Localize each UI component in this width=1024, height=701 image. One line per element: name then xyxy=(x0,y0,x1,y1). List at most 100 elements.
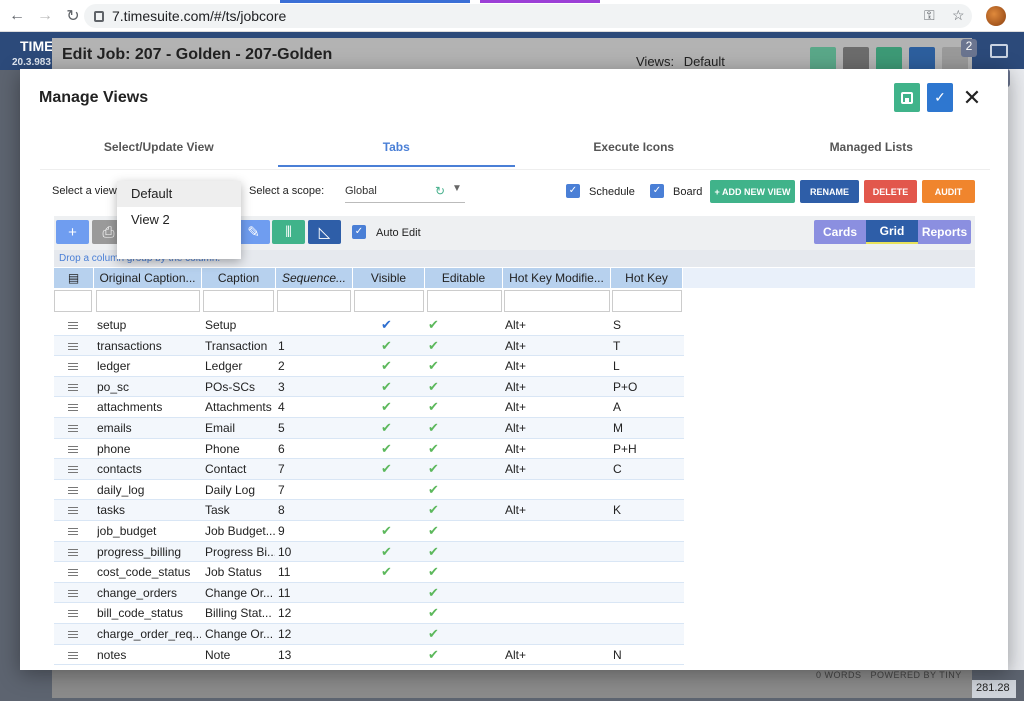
reports-toggle[interactable]: Reports xyxy=(918,220,971,244)
drag-handle-icon[interactable] xyxy=(68,610,78,618)
cell-caption: Job Status xyxy=(205,565,262,580)
filter-visible[interactable] xyxy=(354,290,424,312)
column-editable[interactable]: Editable xyxy=(425,268,503,288)
drag-handle-icon[interactable] xyxy=(68,486,78,494)
table-row[interactable]: setup Setup ✔ ✔ Alt+ S xyxy=(54,315,684,336)
add-new-view-button[interactable]: + ADD NEW VIEW xyxy=(710,180,795,203)
board-checkbox[interactable]: ✓ xyxy=(650,184,664,198)
table-row[interactable]: transactions Transaction 1 ✔ ✔ Alt+ T xyxy=(54,335,684,357)
address-bar[interactable]: 7.timesuite.com/#/ts/jobcore xyxy=(84,4,972,28)
drag-handle-icon[interactable] xyxy=(68,569,78,577)
edit-button[interactable]: ✎ xyxy=(237,220,270,244)
table-row[interactable]: bill_code_status Billing Stat... 12 ✔ xyxy=(54,603,684,624)
table-row[interactable]: phone Phone 6 ✔ ✔ Alt+ P+H xyxy=(54,439,684,460)
drag-handle-icon[interactable] xyxy=(68,322,78,329)
filter-original-caption[interactable] xyxy=(96,290,200,312)
audit-button[interactable]: AUDIT xyxy=(922,180,975,203)
edit-job-views[interactable]: Views: Default xyxy=(636,54,725,69)
drag-handle-icon[interactable] xyxy=(68,424,78,432)
table-row[interactable]: charge_order_req... Change Or... 12 ✔ xyxy=(54,623,684,645)
scope-select[interactable]: Global xyxy=(345,185,465,203)
drag-handle-icon[interactable] xyxy=(68,342,78,350)
column-menu-header[interactable]: ▤ xyxy=(54,268,94,288)
drag-handle-icon[interactable] xyxy=(68,507,78,515)
cell-sequence: 11 xyxy=(278,585,291,600)
rename-button[interactable]: RENAME xyxy=(800,180,859,203)
columns-button[interactable]: ⦀ xyxy=(272,220,305,244)
table-row[interactable]: po_sc POs-SCs 3 ✔ ✔ Alt+ P+O xyxy=(54,376,684,398)
column-caption[interactable]: Caption xyxy=(202,268,276,288)
drag-handle-icon[interactable] xyxy=(68,589,78,597)
tab-managed-lists[interactable]: Managed Lists xyxy=(753,129,991,167)
modal-ok-button[interactable]: ✓ xyxy=(927,83,953,112)
view-option-default[interactable]: Default xyxy=(117,181,241,207)
cards-toggle[interactable]: Cards xyxy=(814,220,866,244)
tab-tabs[interactable]: Tabs xyxy=(277,129,515,167)
drag-handle-icon[interactable] xyxy=(68,404,78,412)
views-value: Default xyxy=(683,54,725,69)
table-row[interactable]: contacts Contact 7 ✔ ✔ Alt+ C xyxy=(54,459,684,480)
key-icon[interactable]: ⚿ xyxy=(924,7,935,24)
profile-avatar[interactable] xyxy=(986,6,1006,26)
filter-sequence[interactable] xyxy=(277,290,351,312)
filter-editable[interactable] xyxy=(427,290,502,312)
drag-handle-icon[interactable] xyxy=(68,445,78,453)
app-logo: TIME xyxy=(20,38,54,54)
column-hot-key[interactable]: Hot Key xyxy=(611,268,683,288)
schedule-checkbox[interactable]: ✓ xyxy=(566,184,580,198)
cast-icon[interactable] xyxy=(990,44,1008,58)
table-row[interactable]: notes Note 13 ✔ Alt+ N xyxy=(54,645,684,666)
grid-toggle[interactable]: Grid xyxy=(866,220,918,244)
table-row[interactable]: progress_billing Progress Bi... 10 ✔ ✔ xyxy=(54,541,684,563)
add-row-button[interactable]: + xyxy=(56,220,89,244)
table-row[interactable]: ledger Ledger 2 ✔ ✔ Alt+ L xyxy=(54,356,684,377)
drag-handle-icon[interactable] xyxy=(68,363,78,371)
drag-handle-icon[interactable] xyxy=(68,527,78,535)
table-row[interactable]: attachments Attachments 4 ✔ ✔ Alt+ A xyxy=(54,397,684,418)
filter-hot-key[interactable] xyxy=(612,290,682,312)
delete-button[interactable]: DELETE xyxy=(864,180,917,203)
cell-original-caption: job_budget xyxy=(97,523,157,538)
filter-menu[interactable] xyxy=(54,290,92,312)
column-visible[interactable]: Visible xyxy=(353,268,425,288)
tab-select-update-view[interactable]: Select/Update View xyxy=(40,129,278,167)
editable-check-icon: ✔ xyxy=(428,337,439,353)
drag-handle-icon[interactable] xyxy=(68,383,78,391)
app-version: 20.3.983 xyxy=(12,57,51,68)
refresh-icon[interactable]: ↻ xyxy=(435,184,445,198)
cell-sequence: 6 xyxy=(278,441,285,456)
tab-execute-icons[interactable]: Execute Icons xyxy=(515,129,753,167)
table-row[interactable]: cost_code_status Job Status 11 ✔ ✔ xyxy=(54,562,684,583)
cell-caption: Daily Log xyxy=(205,482,256,497)
auto-edit-checkbox[interactable]: ✓ xyxy=(352,225,366,239)
drag-handle-icon[interactable] xyxy=(68,630,78,638)
table-row[interactable]: job_budget Job Budget... 9 ✔ ✔ xyxy=(54,521,684,542)
chevron-down-icon[interactable]: ▼ xyxy=(452,183,462,194)
table-row[interactable]: change_orders Change Or... 11 ✔ xyxy=(54,582,684,604)
column-sequence[interactable]: Sequence... xyxy=(276,268,353,288)
drag-handle-icon[interactable] xyxy=(68,466,78,474)
view-option-view-2[interactable]: View 2 xyxy=(117,207,241,233)
filter-hot-key-modifier[interactable] xyxy=(504,290,610,312)
grid-header: ▤ Original Caption... Caption Sequence..… xyxy=(54,268,975,288)
ruler-button[interactable]: ◺ xyxy=(308,220,341,244)
table-row[interactable]: emails Email 5 ✔ ✔ Alt+ M xyxy=(54,417,684,439)
star-icon[interactable]: ☆ xyxy=(952,7,965,24)
drag-handle-icon[interactable] xyxy=(68,651,78,659)
table-row[interactable]: daily_log Daily Log 7 ✔ xyxy=(54,480,684,501)
cell-original-caption: ledger xyxy=(97,359,131,374)
cell-sequence: 11 xyxy=(278,565,291,580)
table-row[interactable]: tasks Task 8 ✔ Alt+ K xyxy=(54,500,684,521)
forward-arrow-icon[interactable]: → xyxy=(34,5,56,27)
modal-tabs: Select/Update View Tabs Execute Icons Ma… xyxy=(40,129,990,167)
modal-close-button[interactable]: ✕ xyxy=(962,83,982,112)
filter-caption[interactable] xyxy=(203,290,274,312)
column-original-caption[interactable]: Original Caption... xyxy=(94,268,202,288)
modal-save-button[interactable] xyxy=(894,83,920,112)
cell-hot-key-modifier: Alt+ xyxy=(505,359,527,374)
reload-icon[interactable]: ↻ xyxy=(62,5,84,27)
column-hot-key-modifier[interactable]: Hot Key Modifie... xyxy=(503,268,611,288)
back-arrow-icon[interactable]: ← xyxy=(6,5,28,27)
cell-caption: Note xyxy=(205,647,231,662)
drag-handle-icon[interactable] xyxy=(68,548,78,556)
